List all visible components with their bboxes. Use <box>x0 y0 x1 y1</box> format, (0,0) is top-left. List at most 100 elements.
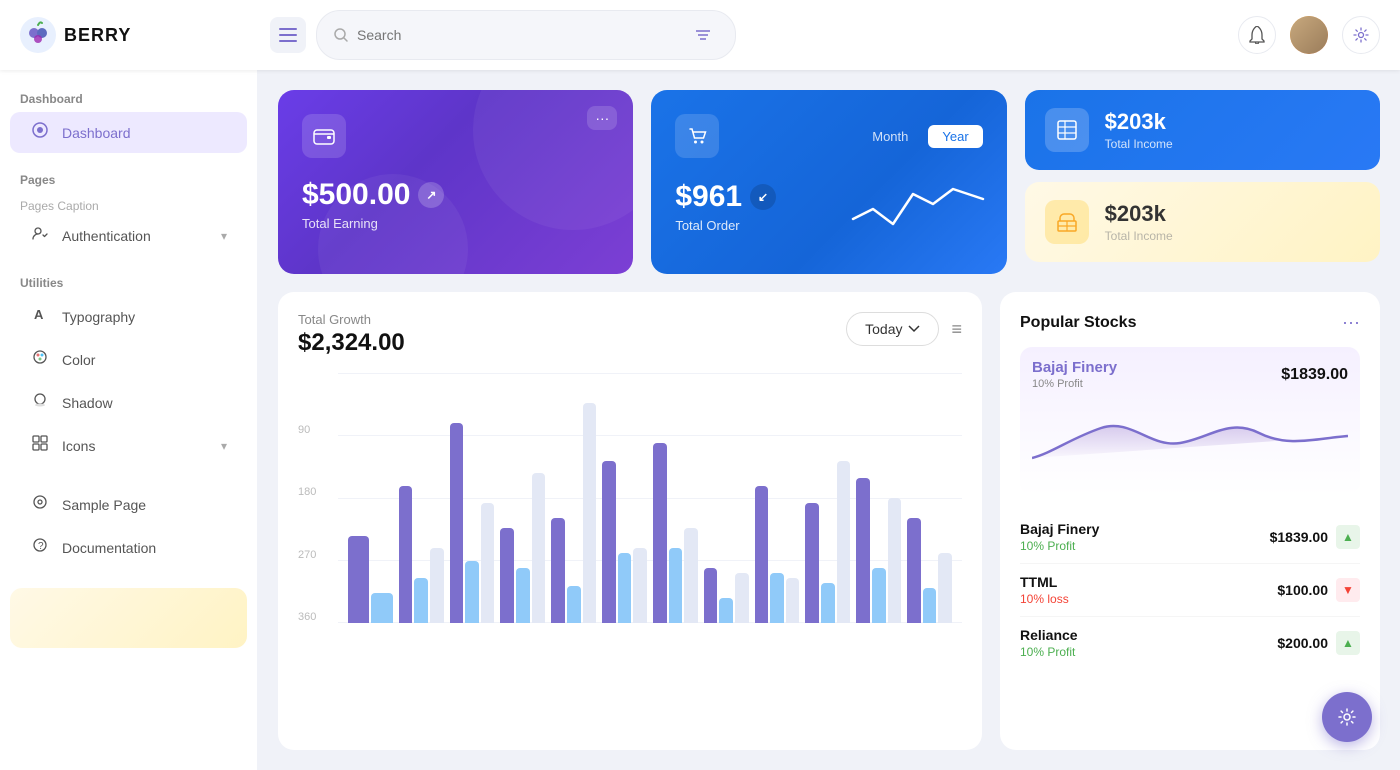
stock-item-price: $1839.00 <box>1270 529 1328 545</box>
icons-chevron-icon: ▾ <box>221 439 227 453</box>
total-earning-card: ··· $500.00 ↗ Total Earning <box>278 90 633 274</box>
income1-label: Total Income <box>1105 137 1173 151</box>
sidebar-item-color-label: Color <box>62 352 95 368</box>
income-blue-icon <box>1045 108 1089 152</box>
sidebar-item-dashboard-label: Dashboard <box>62 125 131 141</box>
sidebar-item-sample-page[interactable]: Sample Page <box>10 484 247 525</box>
year-tab[interactable]: Year <box>928 125 982 148</box>
settings-button[interactable] <box>1342 16 1380 54</box>
avatar-image <box>1290 16 1328 54</box>
bar-segment <box>786 578 800 623</box>
sidebar-bottom-promo <box>10 588 247 648</box>
stock-trend-icon: ▲ <box>1336 631 1360 655</box>
bar-segment <box>618 553 632 623</box>
stock-chart-price: $1839.00 <box>1281 366 1348 384</box>
bar-chart <box>338 373 962 623</box>
order-amount: $961 ↙ <box>675 180 776 214</box>
order-tab-group: Month Year <box>858 125 982 148</box>
earning-amount: $500.00 ↗ <box>302 178 609 212</box>
stock-list-item[interactable]: TTML 10% loss $100.00 ▼ <box>1020 564 1360 617</box>
bar-segment <box>583 403 597 623</box>
stocks-title: Popular Stocks <box>1020 314 1136 332</box>
stock-chart-name-area: Bajaj Finery 10% Profit <box>1032 359 1117 390</box>
chart-amount: $2,324.00 <box>298 329 405 357</box>
earning-trend-icon: ↗ <box>418 182 444 208</box>
bar-group <box>500 373 545 623</box>
stock-trend-icon: ▼ <box>1336 578 1360 602</box>
fab-settings-button[interactable] <box>1322 692 1372 742</box>
shopping-icon <box>686 125 708 147</box>
chart-controls: Today ≡ <box>846 312 962 346</box>
income2-amount: $203k <box>1105 201 1173 227</box>
sidebar-item-typography-label: Typography <box>62 309 135 325</box>
stock-item-price: $100.00 <box>1277 582 1328 598</box>
stock-item-right: $100.00 ▼ <box>1277 578 1360 602</box>
chart-menu-button[interactable]: ≡ <box>951 320 962 338</box>
stocks-header: Popular Stocks ··· <box>1020 312 1360 333</box>
stock-item-right: $200.00 ▲ <box>1277 631 1360 655</box>
sidebar-item-documentation[interactable]: ? Documentation <box>10 527 247 568</box>
sidebar-item-icons[interactable]: Icons ▾ <box>10 425 247 466</box>
hamburger-button[interactable] <box>270 17 306 53</box>
stocks-more-button[interactable]: ··· <box>1342 312 1360 333</box>
berry-logo-icon <box>20 17 56 53</box>
bar-segment <box>371 593 392 623</box>
order-card-top: Month Year <box>675 114 982 158</box>
stock-item-profit: 10% Profit <box>1020 539 1099 553</box>
bar-segment <box>684 528 698 623</box>
avatar[interactable] <box>1290 16 1328 54</box>
chart-y-labels: 360 270 180 90 <box>298 373 324 623</box>
auth-icon <box>30 225 50 246</box>
sidebar-item-shadow[interactable]: Shadow <box>10 382 247 423</box>
sidebar-item-color[interactable]: Color <box>10 339 247 380</box>
shadow-icon <box>30 392 50 413</box>
bar-segment <box>770 573 784 623</box>
stock-item-left: Reliance 10% Profit <box>1020 627 1078 659</box>
sidebar-item-icons-label: Icons <box>62 438 95 454</box>
bar-segment <box>399 486 413 624</box>
search-bar <box>316 10 736 60</box>
bar-group <box>399 373 444 623</box>
store-icon <box>1056 211 1078 233</box>
stock-list-item[interactable]: Reliance 10% Profit $200.00 ▲ <box>1020 617 1360 669</box>
sidebar-item-dashboard[interactable]: Dashboard <box>10 112 247 153</box>
filter-button[interactable] <box>687 19 719 51</box>
stock-chart-header: Bajaj Finery 10% Profit $1839.00 <box>1032 359 1348 390</box>
sidebar-item-authentication[interactable]: Authentication ▾ <box>10 215 247 256</box>
income1-amount: $203k <box>1105 109 1173 135</box>
sidebar-section-pages: Pages <box>0 167 257 191</box>
bar-segment <box>653 443 667 623</box>
stock-item-price: $200.00 <box>1277 635 1328 651</box>
month-tab[interactable]: Month <box>858 125 922 148</box>
icons-icon <box>30 435 50 456</box>
earning-card-more-button[interactable]: ··· <box>587 106 617 130</box>
sidebar-item-shadow-label: Shadow <box>62 395 113 411</box>
income-yellow-text: $203k Total Income <box>1105 201 1173 243</box>
bar-group <box>450 373 495 623</box>
svg-text:?: ? <box>38 541 44 552</box>
earning-label: Total Earning <box>302 216 609 231</box>
dashboard-icon <box>30 122 50 143</box>
header: BERRY <box>0 0 1400 70</box>
bar-group <box>348 373 393 623</box>
order-amount-area: $961 ↙ Total Order <box>675 180 776 233</box>
notification-button[interactable] <box>1238 16 1276 54</box>
income-card-yellow: $203k Total Income <box>1025 182 1380 262</box>
bar-segment <box>821 583 835 623</box>
income2-label: Total Income <box>1105 229 1173 243</box>
bar-segment <box>872 568 886 623</box>
search-input[interactable] <box>357 27 679 43</box>
bar-group <box>653 373 698 623</box>
table-icon <box>1056 119 1078 141</box>
fab-gear-icon <box>1337 707 1357 727</box>
stock-list-item[interactable]: Bajaj Finery 10% Profit $1839.00 ▲ <box>1020 511 1360 564</box>
order-card-bottom: $961 ↙ Total Order <box>675 174 982 239</box>
sidebar-item-typography[interactable]: A Typography <box>10 296 247 337</box>
stock-item-left: TTML 10% loss <box>1020 574 1069 606</box>
typography-icon: A <box>30 306 50 327</box>
main-layout: Dashboard Dashboard Pages Pages Caption <box>0 70 1400 770</box>
sidebar: Dashboard Dashboard Pages Pages Caption <box>0 70 258 770</box>
filter-icon <box>695 27 711 43</box>
bar-segment <box>669 548 683 623</box>
today-button[interactable]: Today <box>846 312 939 346</box>
